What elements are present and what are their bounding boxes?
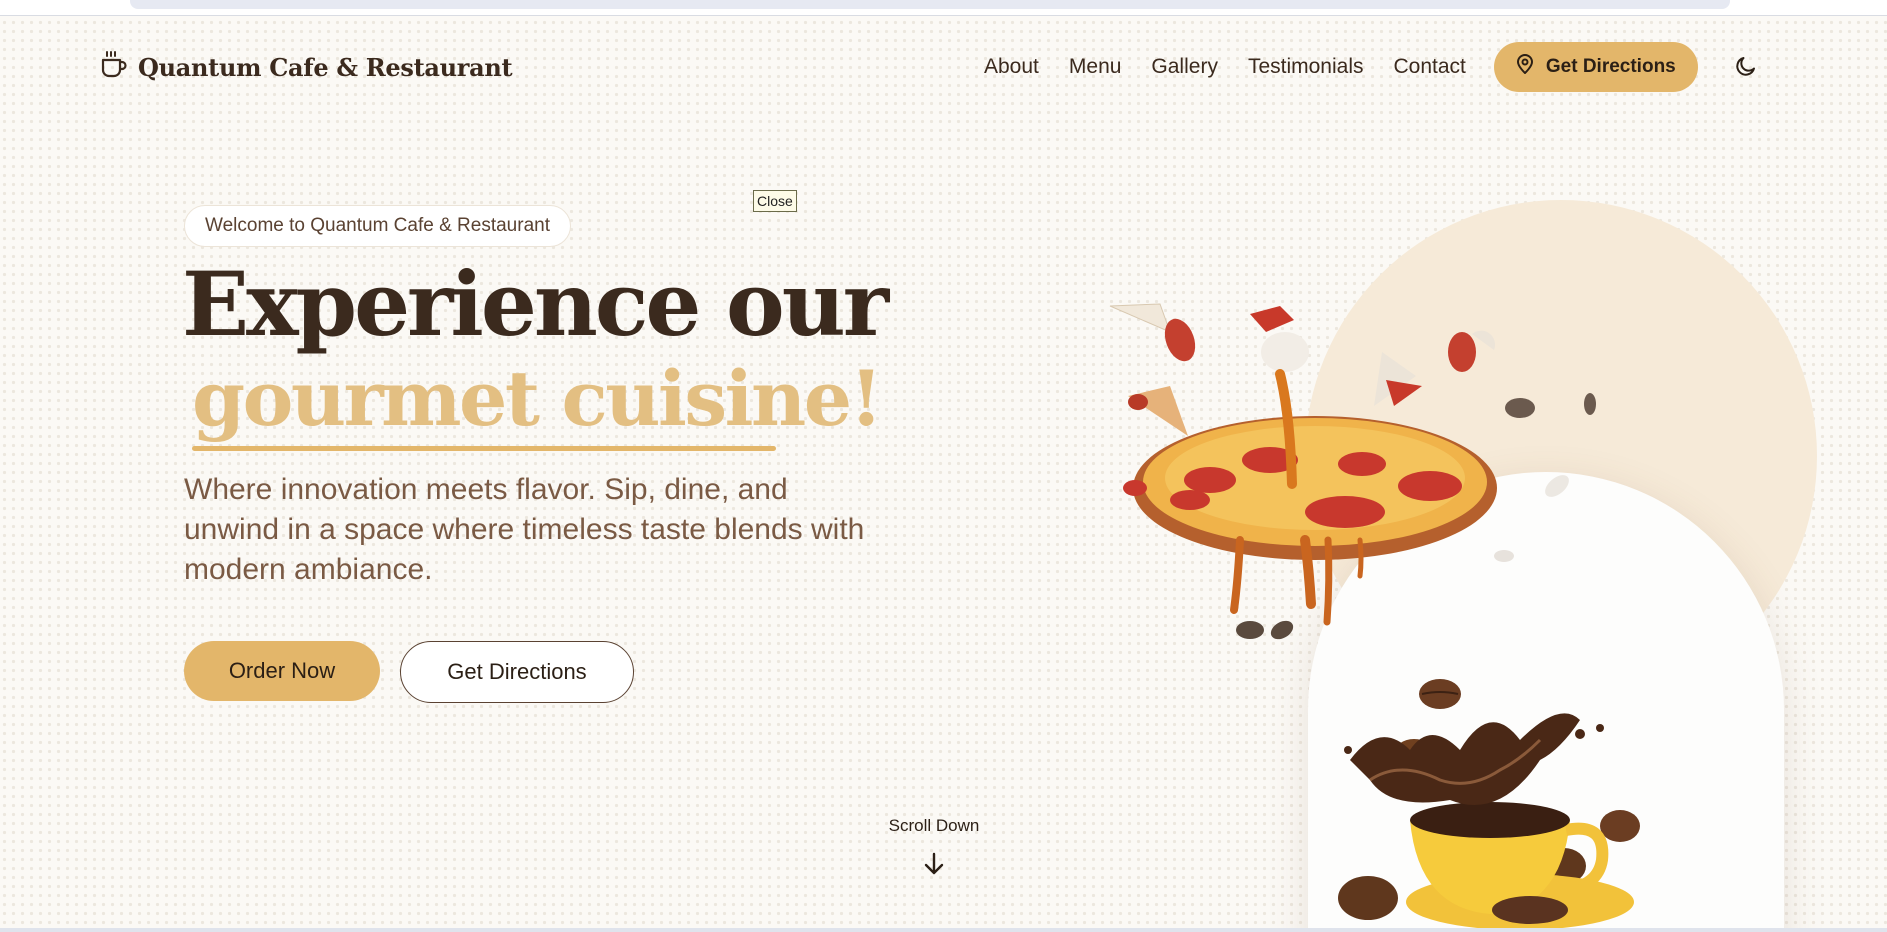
moon-icon (1734, 54, 1758, 82)
coffee-splash-image (1338, 679, 1640, 930)
nav-item-contact[interactable]: Contact (1394, 42, 1466, 92)
nav-get-directions-button[interactable]: Get Directions (1493, 42, 1698, 92)
brand-name: Quantum Cafe & Restaurant (138, 52, 513, 82)
nav-item-menu[interactable]: Menu (1069, 42, 1122, 92)
nav-item-about[interactable]: About (984, 42, 1039, 92)
hero-subtitle: Where innovation meets flavor. Sip, dine… (184, 473, 865, 586)
hero-headline-line2: gourmet cuisine! (192, 354, 883, 443)
hero-headline-line1: Experience our (182, 252, 889, 356)
scroll-down-label[interactable]: Scroll Down (870, 816, 998, 836)
map-pin-icon (1516, 54, 1534, 80)
main-nav: About Menu Gallery Testimonials Contact … (984, 42, 1698, 92)
coffee-cup-icon (100, 50, 128, 84)
get-directions-button[interactable]: Get Directions (400, 641, 634, 703)
welcome-badge: Welcome to Quantum Cafe & Restaurant (184, 205, 571, 247)
brand-logo-link[interactable]: Quantum Cafe & Restaurant (100, 50, 513, 84)
browser-top-strip (0, 0, 1887, 16)
arrow-down-icon[interactable] (922, 851, 946, 881)
headline-underline (192, 446, 776, 451)
nav-item-gallery[interactable]: Gallery (1151, 42, 1218, 92)
nav-cta-label: Get Directions (1545, 56, 1676, 77)
order-now-button[interactable]: Order Now (184, 641, 380, 701)
nav-item-testimonials[interactable]: Testimonials (1248, 42, 1364, 92)
close-button[interactable]: Close (753, 190, 797, 212)
browser-bottom-strip (0, 928, 1887, 932)
theme-toggle-button[interactable] (1730, 52, 1762, 84)
browser-address-pill (130, 0, 1730, 9)
